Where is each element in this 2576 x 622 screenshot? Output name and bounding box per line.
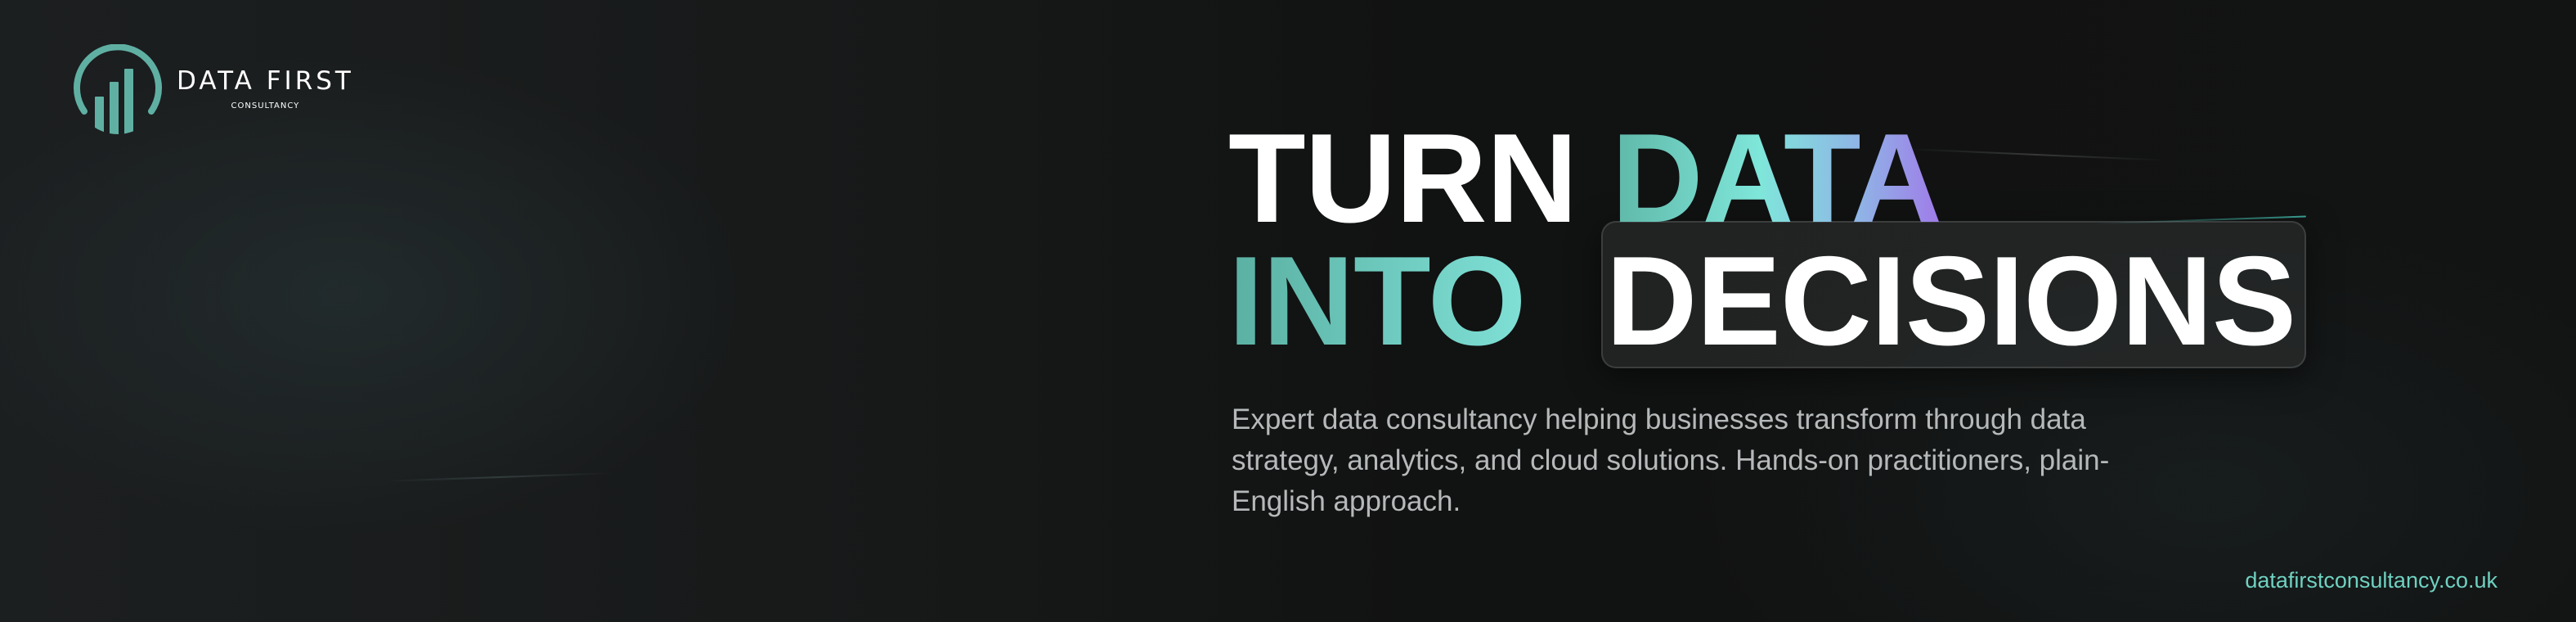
hero-banner: DATA FIRST CONSULTANCY TURN DATA INTO DE… — [0, 0, 2576, 622]
headline-word-data: DATA — [1611, 107, 1942, 249]
headline-word-decisions: DECISIONS — [1605, 230, 2297, 372]
brand-tagline: CONSULTANCY — [231, 101, 300, 110]
headline-word-turn: TURN — [1228, 107, 1577, 249]
decorative-light-streak — [384, 472, 613, 482]
brand-name: DATA FIRST — [177, 65, 354, 96]
hero-description: Expert data consultancy helping business… — [1232, 403, 2110, 517]
headline-word-into: INTO — [1228, 230, 1526, 372]
website-link[interactable]: datafirstconsultancy.co.uk — [2245, 568, 2497, 593]
brand-logo[interactable]: DATA FIRST CONSULTANCY — [70, 44, 354, 139]
headline-line-2: INTO DECISIONS — [1228, 237, 2296, 364]
brand-wordmark: DATA FIRST CONSULTANCY — [177, 65, 354, 110]
bar-chart-circle-icon — [74, 44, 162, 134]
headline-line-1: TURN DATA — [1228, 115, 2296, 241]
hero-headline: TURN DATA INTO DECISIONS — [1228, 115, 2296, 364]
